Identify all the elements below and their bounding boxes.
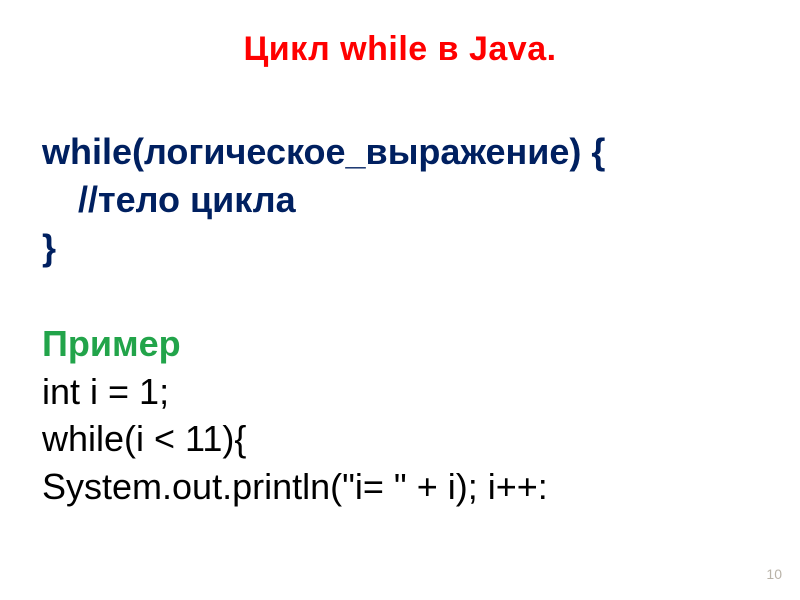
example-line-2: while(i < 11){ [42,415,762,463]
slide: Цикл while в Java. while(логическое_выра… [0,0,800,600]
blank-line [42,272,762,320]
syntax-line-1: while(логическое_выражение) { [42,128,762,176]
syntax-line-2: //тело цикла [42,176,762,224]
syntax-line-3: } [42,224,762,272]
example-label: Пример [42,320,762,368]
example-line-1: int i = 1; [42,368,762,416]
slide-body: while(логическое_выражение) { //тело цик… [42,128,762,511]
example-line-3: System.out.println("i= " + i); i++: [42,463,762,511]
slide-title: Цикл while в Java. [0,30,800,69]
syntax-line-2-text: //тело цикла [42,176,296,224]
page-number: 10 [766,566,782,582]
